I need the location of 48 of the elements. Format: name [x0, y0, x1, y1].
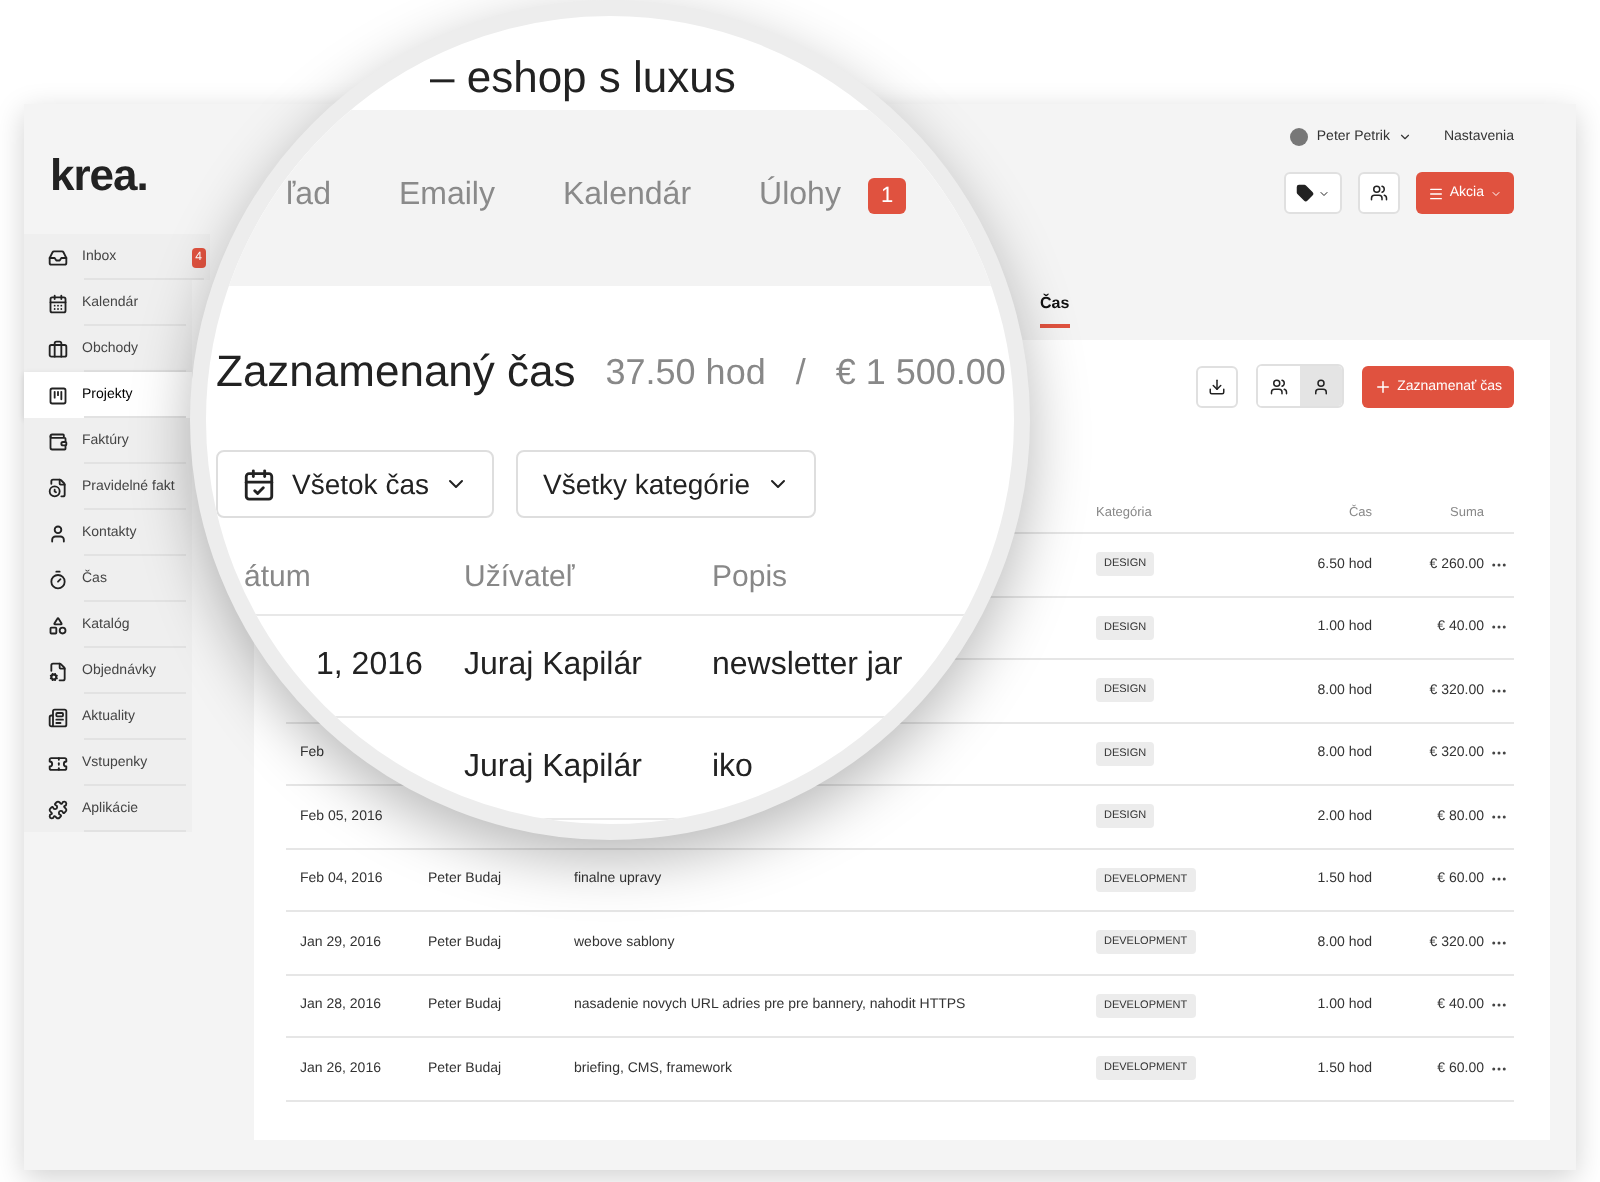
- description-cell-text: iko: [712, 750, 755, 786]
- total-amount: € 1 500.00: [835, 351, 1006, 393]
- person-icon: [1311, 377, 1330, 395]
- document-gear-icon: [48, 661, 68, 681]
- filter-dropdown[interactable]: Všetky kategórie: [516, 450, 816, 518]
- people-button[interactable]: [1357, 172, 1400, 214]
- description-cell-text: newsletter jar: [712, 648, 905, 684]
- tag-icon: [1295, 184, 1314, 202]
- calendar-icon: [242, 467, 276, 501]
- tag-dropdown-button[interactable]: [1283, 172, 1342, 214]
- shapes-icon: [48, 615, 68, 635]
- avatar: [1290, 127, 1309, 145]
- download-icon: [1207, 377, 1226, 395]
- puzzle-icon: [48, 799, 68, 819]
- user-cell-text: Juraj Kapilár: [464, 648, 644, 684]
- chevron-down-icon: [1490, 187, 1502, 199]
- column-header: Užívateľ: [464, 559, 577, 593]
- view-toggle-button[interactable]: [1299, 366, 1342, 406]
- inbox-tray-icon: [48, 247, 68, 267]
- stopwatch-icon: [48, 569, 68, 589]
- clock-document-icon: [48, 477, 68, 497]
- people-icon: [1269, 377, 1288, 395]
- count-badge: 1: [868, 178, 906, 214]
- column-header: Popis: [712, 559, 790, 593]
- chevron-down-icon: [1397, 129, 1412, 143]
- tab[interactable]: Čas: [1040, 294, 1070, 328]
- page-title: – eshop s luxus: [430, 52, 736, 102]
- logo: krea.: [50, 148, 150, 204]
- menu-icon: [1427, 185, 1444, 201]
- wallet-icon: [48, 431, 68, 451]
- plus-icon: [1373, 377, 1392, 395]
- briefcase-icon: [48, 339, 68, 359]
- page-heading: Zaznamenaný čas: [216, 346, 576, 398]
- column-header: átum: [244, 559, 313, 593]
- chevron-down-icon: [1317, 187, 1330, 199]
- user-cell-text: Juraj Kapilár: [464, 750, 644, 786]
- separator-text: /: [795, 351, 806, 393]
- people-icon: [1369, 184, 1388, 202]
- ticket-icon: [48, 753, 68, 773]
- download-button[interactable]: [1195, 365, 1238, 407]
- date-cell-text: 1, 2016: [314, 648, 425, 684]
- total-hours: 37.50 hod: [605, 351, 766, 393]
- person-icon: [48, 523, 68, 543]
- kanban-board-icon: [48, 385, 68, 405]
- filter-dropdown[interactable]: Všetok čas: [216, 450, 495, 518]
- calendar-icon: [48, 293, 68, 313]
- tab[interactable]: Úlohy 1: [759, 178, 906, 218]
- newspaper-icon: [48, 707, 68, 727]
